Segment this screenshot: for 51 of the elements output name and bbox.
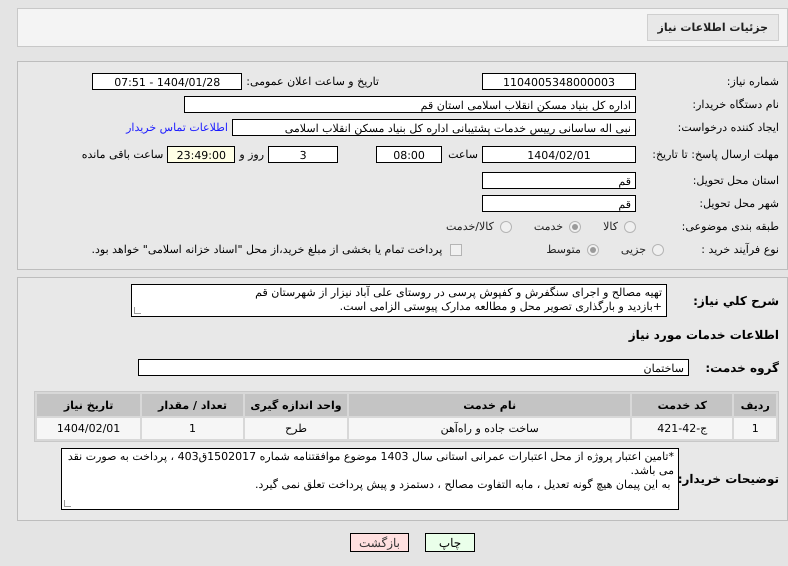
field-label: شرح کلي نیاز: xyxy=(692,294,779,308)
radio-label: کالا/خدمت xyxy=(446,220,494,233)
service-group-field: ساختمان xyxy=(138,359,689,376)
page-title: جزئیات اطلاعات نیاز xyxy=(646,14,779,41)
announce-date-field: 1404/01/28 - 07:51 xyxy=(92,73,242,90)
deadline-date-field: 1404/02/01 xyxy=(482,146,636,162)
description-field[interactable]: تهیه مصالح و اجرای سنگفرش و کفپوش پرسی در روستای علی آباد نیزار از شهرستان قم +بازدید و بارگذاری تصویر محل و مطالعه مدارک پیوستی الزامی است. xyxy=(131,284,667,317)
column-header: کد خدمت xyxy=(632,394,732,416)
section-title: اطلاعات خدمات مورد نیاز xyxy=(628,328,779,342)
field-label: نوع فرآیند خرید : xyxy=(700,243,779,256)
back-button[interactable]: بازگشت xyxy=(350,533,409,552)
table-cell: ساخت جاده و راه‌آهن xyxy=(349,418,630,439)
column-header: واحد اندازه گیری xyxy=(244,394,348,416)
province-field: قم xyxy=(482,172,636,189)
column-header: تعداد / مقدار xyxy=(142,394,243,416)
field-label: مهلت ارسال پاسخ: تا تاریخ: xyxy=(651,148,779,160)
field-label: ساعت باقی مانده xyxy=(82,148,164,160)
column-header: تاریخ نیاز xyxy=(37,394,140,416)
field-label: طبقه بندی موضوعی: xyxy=(680,220,779,233)
contact-link[interactable]: اطلاعات تماس خریدار xyxy=(126,121,228,134)
column-header: نام خدمت xyxy=(349,394,630,416)
checkbox-label: پرداخت تمام یا بخشی از مبلغ خرید،از محل "اسناد خزانه اسلامی" خواهد بود. xyxy=(92,243,442,256)
requester-field: نبی اله ساسانی رییس خدمات پشتیبانی اداره کل بنیاد مسکن انقلاب اسلامی xyxy=(232,119,636,136)
city-field: قم xyxy=(482,195,636,212)
radio-label: جزیی xyxy=(620,243,646,256)
print-button[interactable]: چاپ xyxy=(425,533,475,552)
field-label: ساعت xyxy=(448,148,478,160)
field-label: شهر محل تحویل: xyxy=(698,197,779,210)
table-cell: طرح xyxy=(244,418,348,439)
days-field: 3 xyxy=(268,146,338,162)
field-label: استان محل تحویل: xyxy=(692,174,779,187)
field-label: تاریخ و ساعت اعلان عمومی: xyxy=(246,75,379,88)
table-cell: 1404/02/01 xyxy=(37,418,140,439)
column-header: ردیف xyxy=(734,394,776,416)
field-label: نام دستگاه خریدار: xyxy=(691,98,779,111)
remaining-time-field: 23:49:00 xyxy=(167,146,236,162)
field-label: توضیحات خریدار: xyxy=(679,472,779,486)
field-label: روز و xyxy=(239,148,264,160)
buyer-notes-field[interactable]: *تامین اعتبار پروژه از محل اعتبارات عمرانی استانی سال 1403 موضوع موافقتنامه شماره 1502017ق403 ، پرداخت به صورت نقد می باشد. به این پیمان هیچ گونه تعدیل ، مابه التفاوت مصالح ، دستمزد و پیش پرداخت تعلق نمی گیرد. xyxy=(61,448,679,510)
field-label: گروه خدمت: xyxy=(704,360,779,374)
table-cell: 1 xyxy=(142,418,243,439)
deadline-time-field: 08:00 xyxy=(376,146,442,162)
field-label: ایجاد کننده درخواست: xyxy=(676,121,779,134)
radio-label: متوسط xyxy=(546,243,581,256)
table-cell: 1 xyxy=(734,418,776,439)
need-number-field: 1104005348000003 xyxy=(482,73,636,90)
field-label: شماره نیاز: xyxy=(726,75,779,88)
table-cell: ج-42-421 xyxy=(632,418,732,439)
radio-label: خدمت xyxy=(534,220,564,233)
buyer-field: اداره کل بنیاد مسکن انقلاب اسلامی استان قم xyxy=(184,96,636,113)
radio-label: کالا xyxy=(603,220,618,233)
